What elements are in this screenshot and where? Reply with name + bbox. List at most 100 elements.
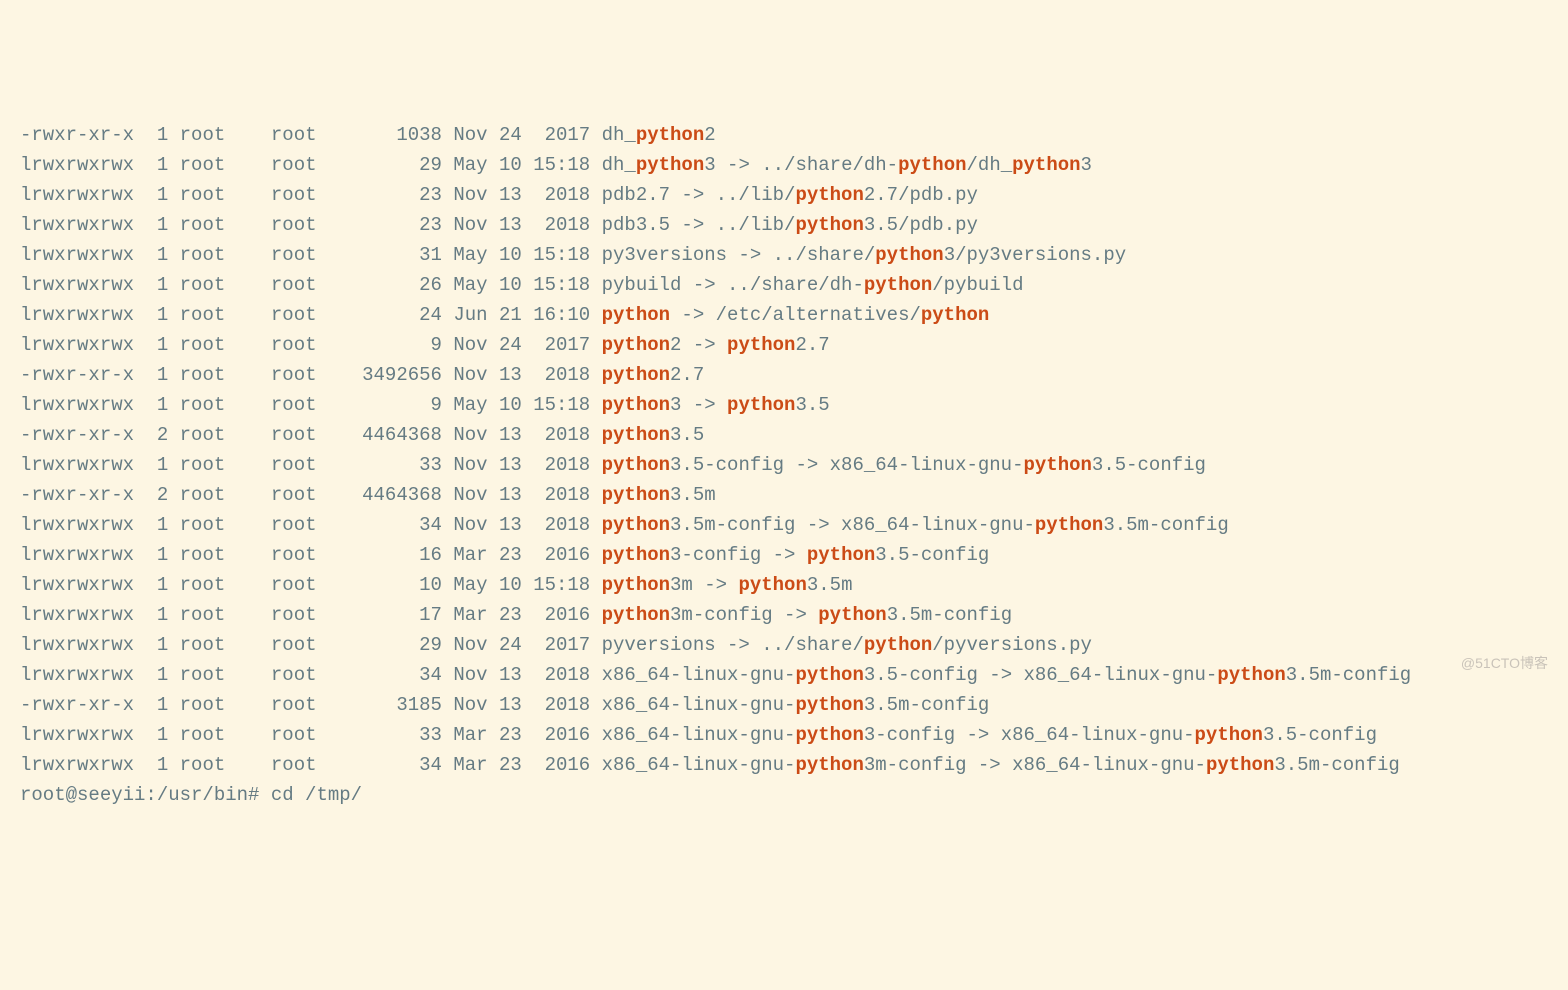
month: May: [453, 154, 487, 176]
group: root: [271, 184, 317, 206]
file-permissions: lrwxrwxrwx: [20, 634, 134, 656]
file-permissions: -rwxr-xr-x: [20, 364, 134, 386]
ls-row: -rwxr-xr-x 2 root root 4464368 Nov 13 20…: [20, 480, 1568, 510]
file-size: 33: [351, 454, 442, 476]
filename: pybuild -> ../share/dh-python/pybuild: [602, 274, 1024, 296]
group: root: [271, 514, 317, 536]
ls-row: lrwxrwxrwx 1 root root 26 May 10 15:18 p…: [20, 270, 1568, 300]
ls-row: lrwxrwxrwx 1 root root 9 May 10 15:18 py…: [20, 390, 1568, 420]
time-or-year: 15:18: [533, 154, 590, 176]
day: 10: [499, 394, 522, 416]
filename: python2 -> python2.7: [602, 334, 830, 356]
link-count: 1: [145, 124, 168, 146]
month: Nov: [453, 694, 487, 716]
day: 10: [499, 574, 522, 596]
file-permissions: lrwxrwxrwx: [20, 454, 134, 476]
link-count: 1: [145, 334, 168, 356]
day: 23: [499, 754, 522, 776]
owner: root: [180, 394, 237, 416]
owner: root: [180, 484, 237, 506]
day: 13: [499, 484, 522, 506]
terminal-output: -rwxr-xr-x 1 root root 1038 Nov 24 2017 …: [0, 120, 1568, 810]
link-count: 1: [145, 514, 168, 536]
ls-row: -rwxr-xr-x 1 root root 3185 Nov 13 2018 …: [20, 690, 1568, 720]
filename: pyversions -> ../share/python/pyversions…: [602, 634, 1092, 656]
time-or-year: 2018: [533, 424, 590, 446]
filename: x86_64-linux-gnu-python3m-config -> x86_…: [602, 754, 1400, 776]
ls-row: lrwxrwxrwx 1 root root 16 Mar 23 2016 py…: [20, 540, 1568, 570]
link-count: 1: [145, 244, 168, 266]
file-size: 9: [351, 334, 442, 356]
file-permissions: -rwxr-xr-x: [20, 424, 134, 446]
time-or-year: 2018: [533, 364, 590, 386]
group: root: [271, 484, 317, 506]
file-permissions: lrwxrwxrwx: [20, 244, 134, 266]
owner: root: [180, 574, 237, 596]
watermark-text: @51CTO博客: [1461, 648, 1548, 678]
day: 13: [499, 694, 522, 716]
group: root: [271, 604, 317, 626]
file-size: 26: [351, 274, 442, 296]
time-or-year: 2018: [533, 664, 590, 686]
ls-row: lrwxrwxrwx 1 root root 17 Mar 23 2016 py…: [20, 600, 1568, 630]
day: 13: [499, 184, 522, 206]
filename: py3versions -> ../share/python3/py3versi…: [602, 244, 1127, 266]
ls-row: lrwxrwxrwx 1 root root 34 Nov 13 2018 py…: [20, 510, 1568, 540]
month: May: [453, 244, 487, 266]
group: root: [271, 274, 317, 296]
filename: python3.5m: [602, 484, 716, 506]
owner: root: [180, 694, 237, 716]
group: root: [271, 454, 317, 476]
time-or-year: 2018: [533, 214, 590, 236]
owner: root: [180, 664, 237, 686]
day: 23: [499, 604, 522, 626]
ls-row: lrwxrwxrwx 1 root root 9 Nov 24 2017 pyt…: [20, 330, 1568, 360]
file-size: 9: [351, 394, 442, 416]
ls-row: lrwxrwxrwx 1 root root 29 May 10 15:18 d…: [20, 150, 1568, 180]
link-count: 1: [145, 364, 168, 386]
filename: x86_64-linux-gnu-python3.5-config -> x86…: [602, 664, 1412, 686]
file-permissions: -rwxr-xr-x: [20, 484, 134, 506]
month: Jun: [453, 304, 487, 326]
file-size: 4464368: [351, 484, 442, 506]
group: root: [271, 544, 317, 566]
shell-prompt[interactable]: root@seeyii:/usr/bin# cd /tmp/: [20, 780, 1568, 810]
file-permissions: lrwxrwxrwx: [20, 664, 134, 686]
owner: root: [180, 214, 237, 236]
time-or-year: 15:18: [533, 244, 590, 266]
group: root: [271, 574, 317, 596]
day: 13: [499, 364, 522, 386]
owner: root: [180, 184, 237, 206]
group: root: [271, 304, 317, 326]
filename: python2.7: [602, 364, 705, 386]
time-or-year: 2018: [533, 694, 590, 716]
link-count: 1: [145, 634, 168, 656]
group: root: [271, 424, 317, 446]
filename: python3.5-config -> x86_64-linux-gnu-pyt…: [602, 454, 1206, 476]
group: root: [271, 214, 317, 236]
file-permissions: lrwxrwxrwx: [20, 334, 134, 356]
owner: root: [180, 334, 237, 356]
owner: root: [180, 424, 237, 446]
month: Nov: [453, 634, 487, 656]
owner: root: [180, 244, 237, 266]
time-or-year: 2017: [533, 334, 590, 356]
time-or-year: 2016: [533, 604, 590, 626]
file-size: 29: [351, 634, 442, 656]
month: Nov: [453, 364, 487, 386]
day: 13: [499, 514, 522, 536]
day: 13: [499, 424, 522, 446]
owner: root: [180, 544, 237, 566]
month: Nov: [453, 514, 487, 536]
filename: pdb3.5 -> ../lib/python3.5/pdb.py: [602, 214, 978, 236]
group: root: [271, 394, 317, 416]
ls-row: lrwxrwxrwx 1 root root 34 Mar 23 2016 x8…: [20, 750, 1568, 780]
month: Nov: [453, 664, 487, 686]
time-or-year: 2018: [533, 454, 590, 476]
time-or-year: 2016: [533, 724, 590, 746]
link-count: 1: [145, 394, 168, 416]
filename: python3m -> python3.5m: [602, 574, 853, 596]
file-size: 23: [351, 184, 442, 206]
group: root: [271, 634, 317, 656]
time-or-year: 2018: [533, 484, 590, 506]
